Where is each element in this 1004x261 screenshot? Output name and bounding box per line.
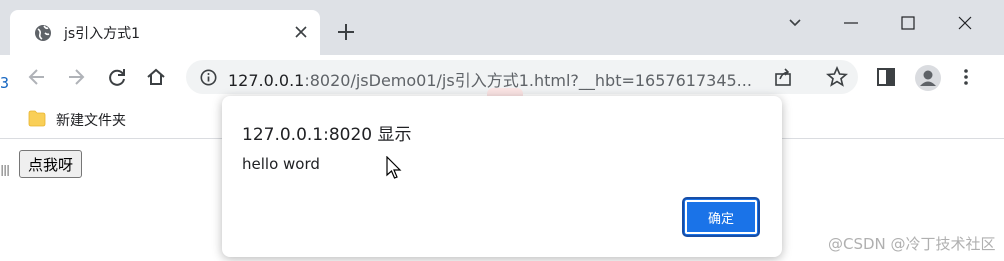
background-edge-glyph: Ⅲ xyxy=(0,162,11,180)
tab-title: js引入方式1 xyxy=(64,26,141,42)
url-host: 127.0.0.1 xyxy=(228,71,305,90)
watermark: @CSDN @冷丁技术社区 xyxy=(828,235,996,253)
url-path: :8020/jsDemo01/js引入方式1.html?__hbt=165761… xyxy=(304,71,752,90)
title-bar: js引入方式1 xyxy=(0,0,1004,55)
back-icon[interactable] xyxy=(26,66,48,88)
bookmark-star-icon[interactable] xyxy=(826,66,848,88)
background-edge-glyph: 3 xyxy=(0,74,10,92)
forward-icon[interactable] xyxy=(65,66,87,88)
new-tab-icon[interactable] xyxy=(336,22,356,42)
profile-avatar-icon[interactable] xyxy=(914,64,942,92)
tab-search-icon[interactable] xyxy=(782,10,808,36)
dialog-message: hello word xyxy=(242,155,320,173)
info-icon[interactable] xyxy=(200,69,217,86)
dialog-title: 127.0.0.1:8020 显示 xyxy=(242,125,412,145)
alert-dialog: 127.0.0.1:8020 显示 hello word 确定 xyxy=(222,96,782,257)
folder-icon xyxy=(28,110,46,127)
share-icon[interactable] xyxy=(772,66,794,88)
bookmark-folder-label[interactable]: 新建文件夹 xyxy=(56,110,126,130)
click-me-button[interactable]: 点我呀 xyxy=(19,150,83,178)
menu-kebab-icon[interactable] xyxy=(955,66,977,88)
close-tab-icon[interactable] xyxy=(293,24,309,40)
browser-tab[interactable]: js引入方式1 xyxy=(10,10,320,55)
close-window-icon[interactable] xyxy=(952,10,978,36)
minimize-icon[interactable] xyxy=(838,10,864,36)
ok-button[interactable]: 确定 xyxy=(682,197,760,237)
side-panel-icon[interactable] xyxy=(875,66,897,88)
mouse-cursor-icon xyxy=(386,156,402,179)
maximize-icon[interactable] xyxy=(895,10,921,36)
reload-icon[interactable] xyxy=(106,66,128,88)
globe-icon xyxy=(35,25,51,41)
home-icon[interactable] xyxy=(145,66,167,88)
